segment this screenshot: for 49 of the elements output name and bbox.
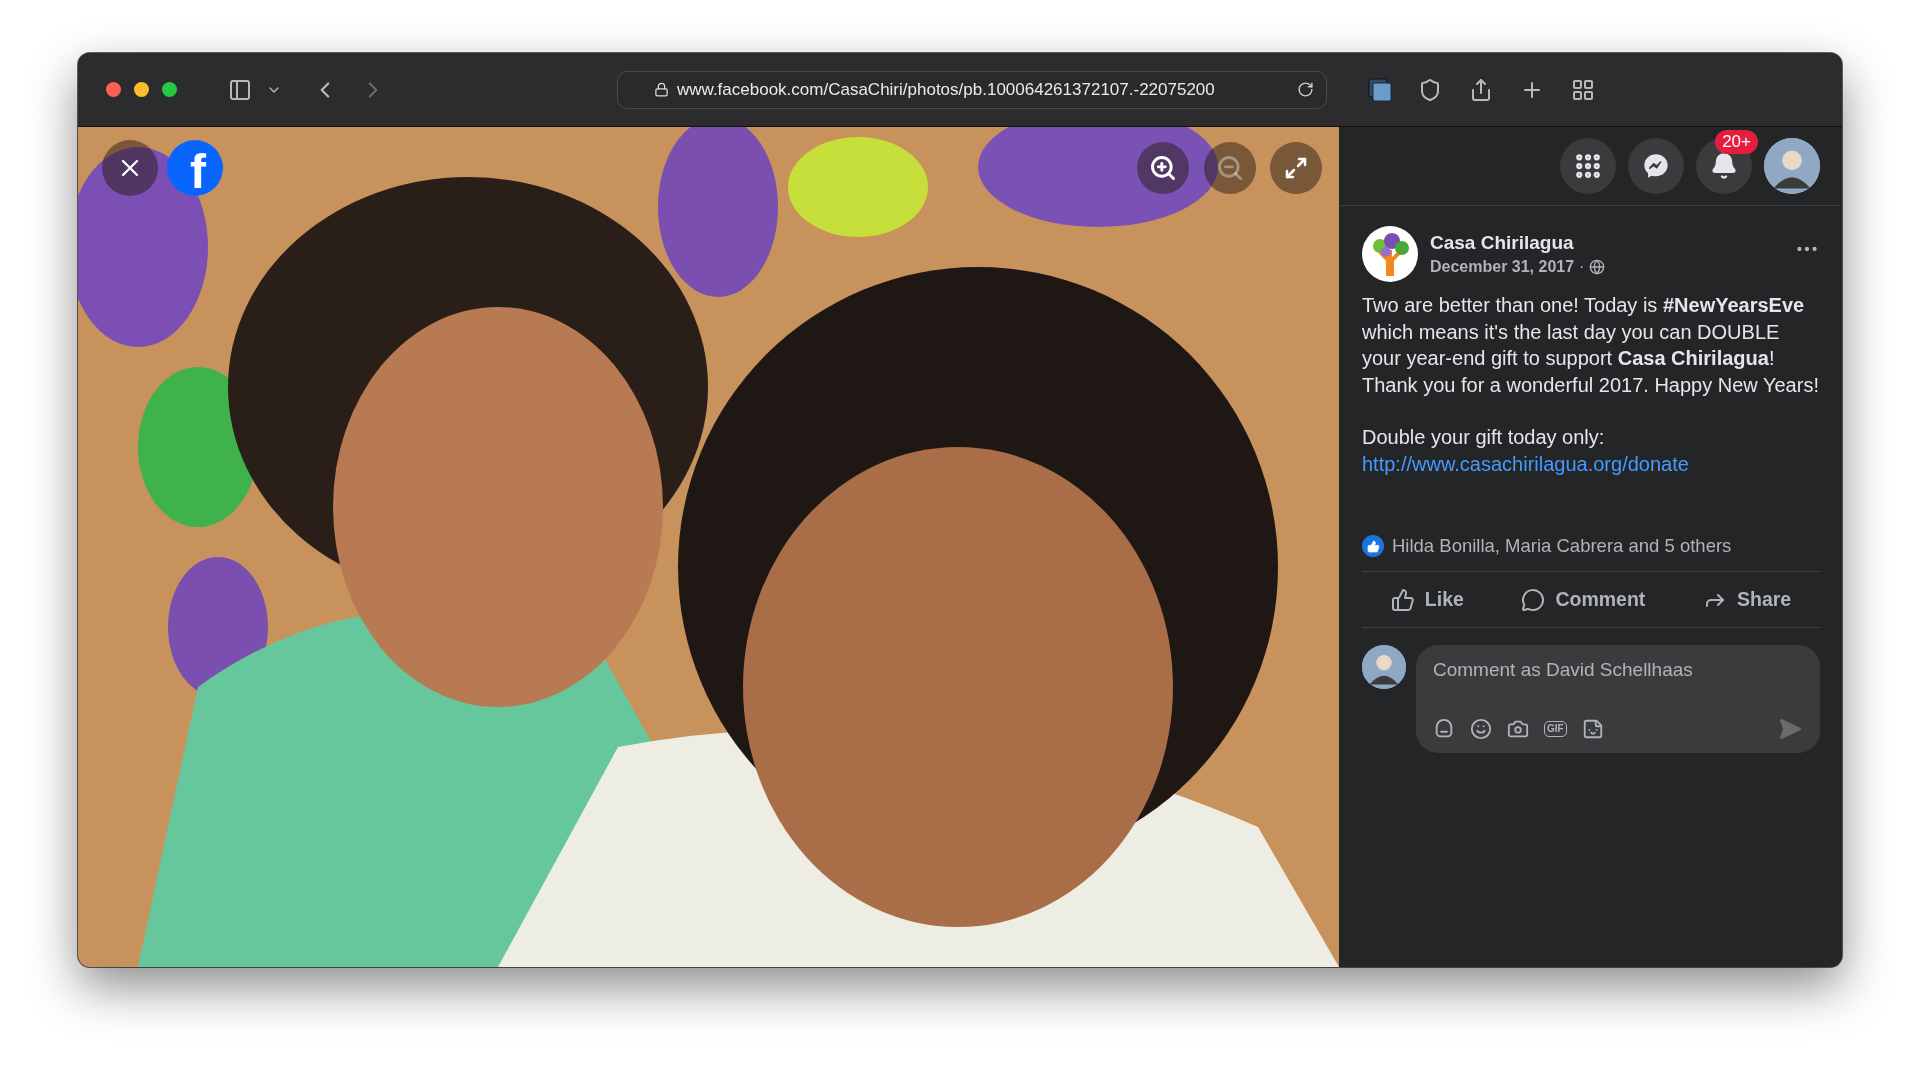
like-reaction-icon [1362,535,1384,557]
donate-link[interactable]: http://www.casachirilagua.org/donate [1362,452,1689,475]
share-icon[interactable] [1469,77,1493,102]
notification-count: 20+ [1715,130,1758,154]
minimize-window-button[interactable] [134,82,149,97]
lock-icon [654,82,669,97]
separator-dot: · [1579,258,1585,276]
share-button[interactable]: Share [1692,572,1802,627]
comment-button[interactable]: Comment [1511,572,1656,627]
like-button[interactable]: Like [1380,572,1474,627]
grid-icon [1573,151,1603,181]
zoom-window-button[interactable] [162,82,177,97]
avatar-silhouette-icon [1764,138,1820,194]
sticker-icon[interactable] [1581,718,1604,740]
camera-icon[interactable] [1507,718,1529,740]
close-window-button[interactable] [106,82,121,97]
messenger-icon [1642,152,1670,180]
url-text: www.facebook.com/CasaChiri/photos/pb.100064261372107.-22075200 [677,79,1216,100]
post-date[interactable]: December 31, 2017 [1430,258,1575,276]
fullscreen-button[interactable] [1270,142,1322,194]
bell-icon [1710,152,1738,180]
gif-button[interactable]: GIF [1544,721,1567,737]
account-avatar[interactable] [1764,138,1820,194]
sidebar-icon[interactable] [228,77,252,102]
zoom-in-icon [1149,154,1177,182]
user-avatar[interactable] [1362,645,1406,689]
messenger-button[interactable] [1628,138,1684,194]
tabs-icon[interactable] [1367,76,1393,103]
post-text: Double your gift today only: [1362,426,1605,448]
expand-icon [1284,156,1308,180]
speech-bubble-icon [1521,587,1546,612]
globe-icon [1589,259,1606,275]
post-text: Two are better than one! Today is #NewYearsEve which means it's the last day you can DOUBLE your year-end gift to support Casa Chirilagua! Thank you for a wonderful 2017. Happy New Years! [1362,293,1820,398]
address-bar[interactable]: www.facebook.com/CasaChiri/photos/pb.100064261372107.-22075200 [617,70,1327,109]
avatar-silhouette-icon [1362,645,1406,689]
avatar-sticker-icon[interactable] [1433,718,1455,740]
thumbs-up-icon [1390,587,1415,612]
author-name[interactable]: Casa Chirilagua [1430,232,1782,254]
zoom-out-icon [1216,154,1244,182]
tab-overview-icon[interactable] [1571,77,1595,102]
close-button[interactable] [102,140,158,196]
zoom-in-button[interactable] [1137,142,1189,194]
comment-field[interactable]: Comment as David Schellhaas GIF [1416,645,1820,753]
reload-icon[interactable] [1297,81,1314,98]
shield-icon[interactable] [1418,77,1442,102]
reactions-text[interactable]: Hilda Bonilla, Maria Cabrera and 5 others [1392,535,1732,557]
emoji-icon[interactable] [1470,718,1492,740]
menu-button[interactable] [1560,138,1616,194]
tree-logo-avatar[interactable] [1362,226,1418,282]
